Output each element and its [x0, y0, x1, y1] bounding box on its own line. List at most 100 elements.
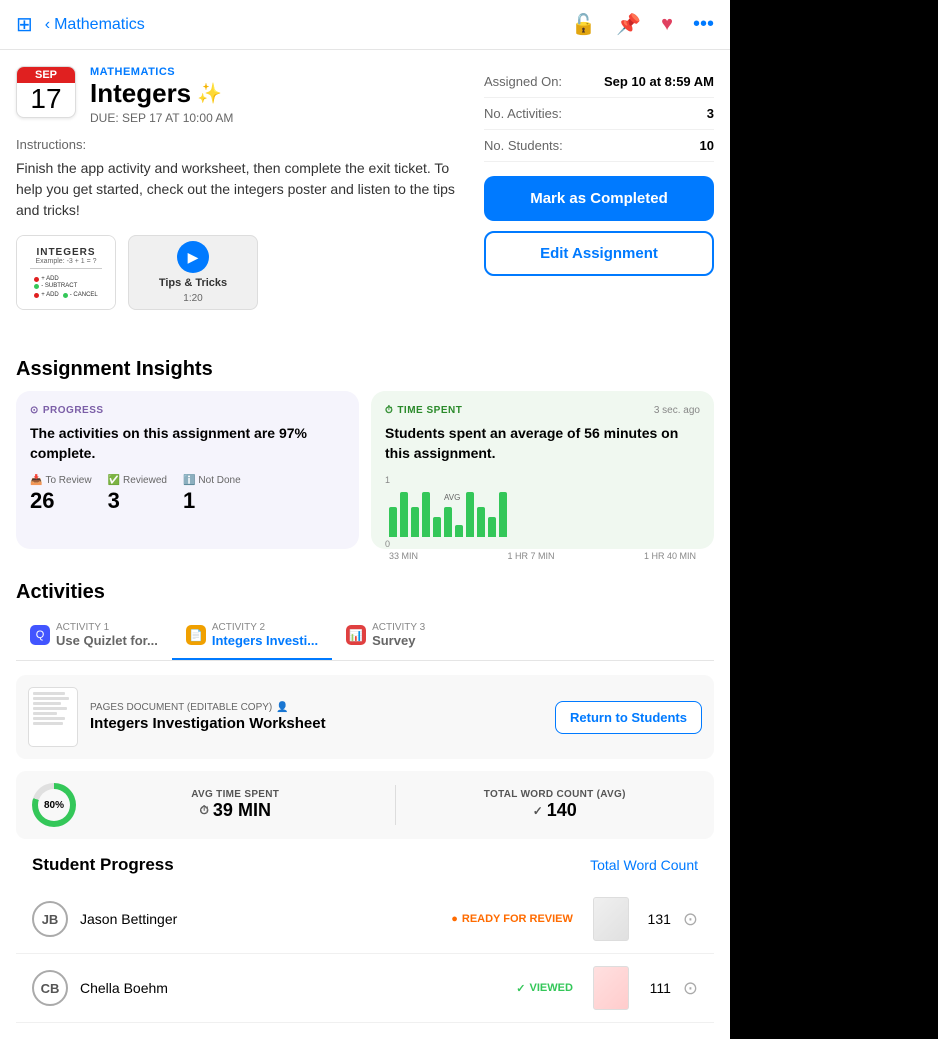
metric-divider [395, 785, 396, 825]
completion-circle: 80% [32, 783, 76, 827]
activities-section: Q ACTIVITY 1 Use Quizlet for... 📄 ACTIVI… [0, 614, 730, 1039]
quizlet-icon: Q [30, 625, 50, 645]
total-wc-label: TOTAL WORD COUNT (AVG) [412, 789, 699, 800]
cal-month: SEP [17, 67, 75, 83]
chart-bar [389, 507, 397, 537]
assigned-on-value: Sep 10 at 8:59 AM [604, 74, 714, 89]
progress-circle: 80% [32, 783, 76, 827]
students-value: 10 [700, 138, 714, 153]
insights-section-title: Assignment Insights [16, 358, 714, 381]
chart-bar [466, 492, 474, 537]
mark-completed-button[interactable]: Mark as Completed [484, 176, 714, 221]
doc-mini-jb [593, 897, 629, 941]
edit-assignment-button[interactable]: Edit Assignment [484, 231, 714, 276]
doc-name: Integers Investigation Worksheet [90, 715, 543, 732]
chart-bar [422, 492, 430, 537]
activity-doc: PAGES DOCUMENT (EDITABLE COPY) 👤 Integer… [16, 675, 714, 759]
total-wc-metric: TOTAL WORD COUNT (AVG) ✓ 140 [412, 789, 699, 821]
nav-actions: 🔓 📌 ♥ ••• [571, 12, 714, 37]
assignment-header: SEP 17 MATHEMATICS Integers ✨ DUE: SEP 1… [16, 66, 468, 125]
not-done-value: 1 [183, 488, 241, 514]
back-label: Mathematics [54, 16, 145, 34]
progress-stats: 📥 To Review 26 ✅ Reviewed 3 [30, 475, 345, 514]
tab1-main-label: Use Quizlet for... [56, 633, 158, 648]
subject-label: MATHEMATICS [90, 66, 468, 78]
back-button[interactable]: ‹ Mathematics [45, 16, 145, 34]
chart-bar [477, 507, 485, 537]
pin-icon[interactable]: 📌 [616, 12, 641, 37]
activities-row: No. Activities: 3 [484, 98, 714, 130]
student-progress-title: Student Progress [32, 855, 174, 875]
student-row-cb: CB Chella Boehm ✓ VIEWED 111 ⊙ [16, 954, 714, 1023]
review-icon: ● [451, 913, 458, 925]
right-section: Assigned On: Sep 10 at 8:59 AM No. Activ… [484, 66, 714, 326]
person-icon: 👤 [276, 702, 288, 713]
time-timestamp: 3 sec. ago [654, 405, 700, 416]
avg-time-value: ⏱ 39 MIN [92, 800, 379, 821]
left-section: SEP 17 MATHEMATICS Integers ✨ DUE: SEP 1… [16, 66, 468, 326]
word-count-jb: 131 [641, 911, 671, 927]
chart-bar [455, 525, 463, 537]
chart-bar [411, 507, 419, 537]
instructions-label: Instructions: [16, 137, 468, 152]
tab3-main-label: Survey [372, 633, 425, 648]
status-badge-jb: ● READY FOR REVIEW [443, 910, 581, 928]
more-icon[interactable]: ••• [693, 13, 714, 36]
survey-icon: 📊 [346, 625, 366, 645]
chevron-left-icon: ‹ [45, 16, 50, 34]
student-progress-header: Student Progress Total Word Count [16, 855, 714, 885]
avg-time-label: AVG TIME SPENT [92, 789, 379, 800]
not-done-stat: ℹ️ Not Done 1 [183, 475, 241, 514]
to-review-value: 26 [30, 488, 92, 514]
tab-activity-3[interactable]: 📊 ACTIVITY 3 Survey [332, 614, 439, 660]
time-chart: 1 AVG [385, 475, 700, 535]
sparkle-icon: ✨ [197, 81, 222, 106]
title-text: Integers [90, 78, 191, 109]
students-label: No. Students: [484, 138, 563, 153]
more-button-jb[interactable]: ⊙ [683, 909, 698, 930]
progress-tag: ⊙ PROGRESS [30, 405, 345, 416]
poster-title: INTEGERS [36, 247, 95, 258]
pages-icon: 📄 [186, 625, 206, 645]
chart-bar [400, 492, 408, 537]
sidebar-toggle-icon[interactable]: ⊞ [16, 12, 33, 37]
percent-label: 80% [38, 789, 70, 821]
video-label: Tips & Tricks [159, 277, 227, 289]
integers-poster-thumb[interactable]: INTEGERS Example: -3 + 1 = ? + ADD - SUB… [16, 235, 116, 310]
activities-section-title: Activities [16, 581, 714, 604]
content-area: SEP 17 MATHEMATICS Integers ✨ DUE: SEP 1… [0, 50, 730, 342]
clock-icon: ⏱ [200, 803, 209, 818]
chart-bar [499, 492, 507, 537]
viewed-icon: ✓ [516, 982, 525, 995]
avatar-cb: CB [32, 970, 68, 1006]
return-to-students-button[interactable]: Return to Students [555, 701, 702, 734]
heart-icon[interactable]: ♥ [661, 13, 673, 36]
activities-label: No. Activities: [484, 106, 562, 121]
clock-tag-icon: ⏱ [385, 405, 393, 416]
video-duration: 1:20 [183, 293, 202, 304]
tab-activity-1[interactable]: Q ACTIVITY 1 Use Quizlet for... [16, 614, 172, 660]
student-row: JB Jason Bettinger ● READY FOR REVIEW 13… [16, 885, 714, 954]
chart-labels: 33 MIN 1 HR 7 MIN 1 HR 40 MIN [385, 549, 700, 561]
assignment-info: MATHEMATICS Integers ✨ DUE: SEP 17 AT 10… [90, 66, 468, 125]
doc-type: PAGES DOCUMENT (EDITABLE COPY) 👤 [90, 702, 543, 713]
student-name-cb: Chella Boehm [80, 980, 496, 996]
video-thumb[interactable]: ▶ Tips & Tricks 1:20 [128, 235, 258, 310]
reviewed-value: 3 [108, 488, 167, 514]
top-nav: ⊞ ‹ Mathematics 🔓 📌 ♥ ••• [0, 0, 730, 50]
avatar-jb: JB [32, 901, 68, 937]
tab3-small-label: ACTIVITY 3 [372, 622, 425, 633]
doc-info: PAGES DOCUMENT (EDITABLE COPY) 👤 Integer… [90, 702, 543, 732]
chart-bar [433, 517, 441, 537]
more-button-cb[interactable]: ⊙ [683, 978, 698, 999]
tab-activity-2[interactable]: 📄 ACTIVITY 2 Integers Investi... [172, 614, 332, 660]
to-review-stat: 📥 To Review 26 [30, 475, 92, 514]
student-name-jb: Jason Bettinger [80, 911, 431, 927]
total-word-count-link[interactable]: Total Word Count [590, 857, 698, 873]
poster-subtitle: Example: -3 + 1 = ? [35, 258, 96, 265]
lock-icon[interactable]: 🔓 [571, 12, 596, 37]
inbox-icon: 📥 [30, 475, 42, 486]
word-count-cb: 111 [641, 980, 671, 996]
check-circle-icon: ✓ [533, 804, 543, 818]
time-card: ⏱ TIME SPENT 3 sec. ago Students spent a… [371, 391, 714, 549]
